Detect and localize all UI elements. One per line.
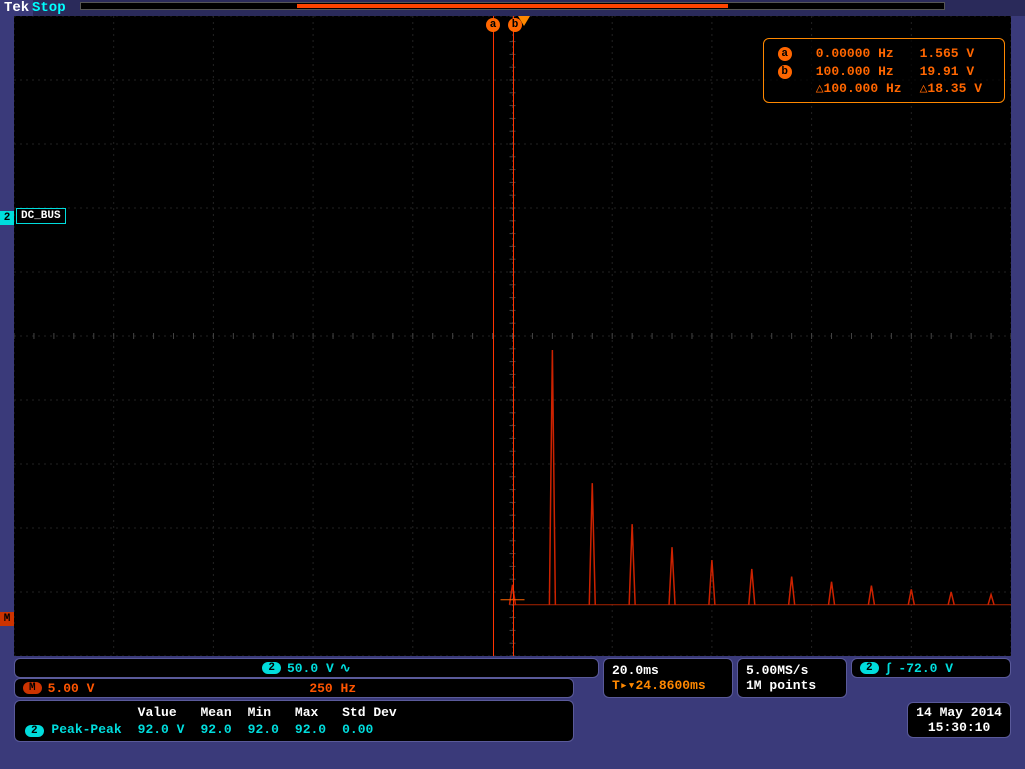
ch2-badge: 2: [262, 662, 281, 674]
trigger-position-marker[interactable]: [518, 16, 530, 26]
timebase-value: 20.0ms: [612, 663, 659, 678]
cursor-a-freq: 0.00000 Hz: [812, 45, 914, 61]
acquisition-status: Stop: [32, 0, 66, 16]
date-text: 14 May 2014: [916, 705, 1002, 720]
meas-max: 92.0: [295, 722, 340, 737]
meas-hdr-mean: Mean: [200, 705, 245, 720]
math-ground-marker[interactable]: M: [0, 612, 14, 626]
cursor-a-line[interactable]: [493, 16, 494, 656]
ch2-scale-panel[interactable]: 2 50.0 V ∿: [14, 658, 599, 678]
cursor-a-tag[interactable]: a: [486, 18, 500, 32]
cursor-b-volt: 19.91 V: [916, 63, 994, 79]
timebase-panel[interactable]: 20.0ms T▸▾24.8600ms: [603, 658, 733, 698]
meas-hdr-max: Max: [295, 705, 340, 720]
ch2-label: DC_BUS: [16, 208, 66, 224]
cursor-a-volt: 1.565 V: [916, 45, 994, 61]
record-overview-thumb[interactable]: [297, 4, 729, 8]
record-length: 1M points: [746, 678, 816, 693]
meas-value: 92.0 V: [138, 722, 199, 737]
time-text: 15:30:10: [916, 720, 1002, 735]
meas-hdr-blank: [25, 705, 136, 720]
cursor-readout-panel: a 0.00000 Hz 1.565 V b 100.000 Hz 19.91 …: [763, 38, 1005, 103]
ch2-ground-marker[interactable]: 2: [0, 211, 14, 225]
scope-display[interactable]: a b 2 DC_BUS M a 0.00000 Hz 1.565 V b 10…: [14, 16, 1011, 656]
trigger-arrow-icon: ▸▾: [620, 678, 636, 693]
meas-hdr-value: Value: [138, 705, 199, 720]
math-badge: M: [23, 682, 42, 694]
timebase-offset: 24.8600ms: [635, 678, 705, 693]
meas-name: Peak-Peak: [51, 722, 121, 737]
meas-mean: 92.0: [200, 722, 245, 737]
math-vdiv: 5.00 V: [48, 681, 95, 696]
trigger-edge-icon: ∫: [885, 661, 893, 676]
cursor-b-line[interactable]: [513, 16, 514, 656]
measurement-panel[interactable]: Value Mean Min Max Std Dev 2 Peak-Peak 9…: [14, 700, 574, 742]
trigger-level: -72.0 V: [898, 661, 953, 676]
cursor-delta-volt: △18.35 V: [916, 81, 994, 96]
meas-min: 92.0: [248, 722, 293, 737]
meas-ch-badge: 2: [25, 725, 44, 737]
ch2-vdiv: 50.0 V: [287, 661, 334, 676]
acquisition-panel[interactable]: 5.00MS/s 1M points: [737, 658, 847, 698]
cursor-delta-freq: △100.000 Hz: [812, 81, 914, 96]
datetime-panel: 14 May 2014 15:30:10: [907, 702, 1011, 738]
meas-hdr-stddev: Std Dev: [342, 705, 411, 720]
math-hdiv: 250 Hz: [309, 681, 356, 696]
cursor-b-icon: b: [778, 65, 792, 79]
top-bar: Tek Stop: [0, 0, 1025, 16]
cursor-b-freq: 100.000 Hz: [812, 63, 914, 79]
record-overview-track[interactable]: [80, 2, 945, 10]
sample-rate: 5.00MS/s: [746, 663, 808, 678]
brand-logo: Tek: [0, 0, 33, 16]
math-scale-panel[interactable]: M 5.00 V 250 Hz: [14, 678, 574, 698]
trigger-panel[interactable]: 2 ∫ -72.0 V: [851, 658, 1011, 678]
trigger-t-icon: T: [612, 678, 620, 693]
ch2-coupling-icon: ∿: [340, 661, 351, 676]
trigger-source-badge: 2: [860, 662, 879, 674]
meas-hdr-min: Min: [248, 705, 293, 720]
cursor-a-icon: a: [778, 47, 792, 61]
meas-stddev: 0.00: [342, 722, 411, 737]
